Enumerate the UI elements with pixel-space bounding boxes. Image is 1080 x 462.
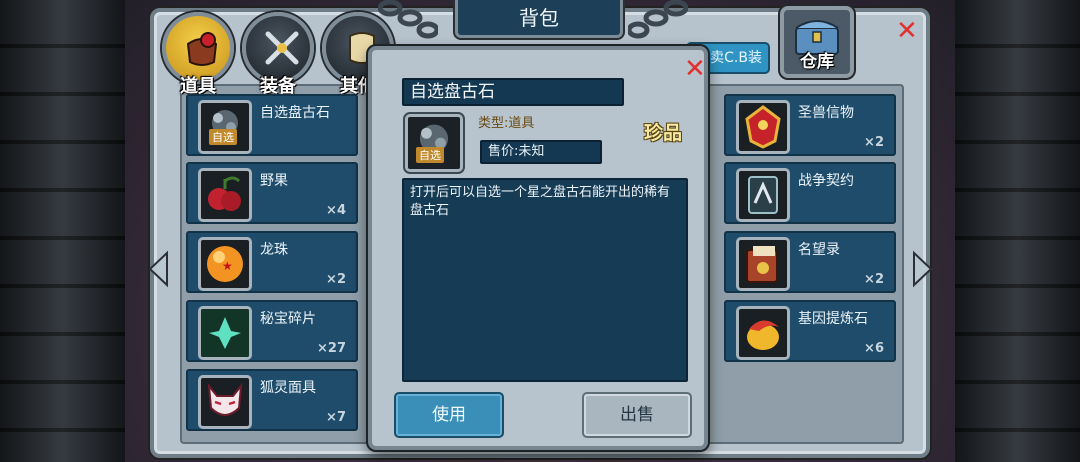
warehouse-label: 仓库	[800, 52, 834, 72]
item-card-pangu-stone[interactable]: 自选 自选盘古石	[186, 94, 358, 156]
page-title: 背包	[455, 0, 623, 38]
holy-beast-token-icon	[745, 105, 781, 149]
detail-rarity-badge: 珍品	[644, 122, 683, 144]
item-quantity: ×2	[864, 135, 884, 150]
page-prev-arrow-icon[interactable]	[145, 250, 171, 288]
item-name: 秘宝碎片	[260, 311, 316, 327]
use-button[interactable]: 使用	[394, 392, 504, 438]
item-slot: 自选	[198, 100, 252, 154]
detail-item-name: 自选盘古石	[402, 78, 624, 106]
item-card-treasure-shard[interactable]: 秘宝碎片 ×27	[186, 300, 358, 362]
item-slot	[736, 100, 790, 154]
fox-mask-icon	[207, 382, 243, 416]
close-detail-button[interactable]: ✕	[684, 56, 706, 82]
item-name: 自选盘古石	[260, 105, 330, 121]
item-slot	[198, 375, 252, 429]
item-quantity: ×4	[326, 203, 346, 218]
item-name: 基因提炼石	[798, 311, 868, 327]
sell-button[interactable]: 出售	[582, 392, 692, 438]
item-name: 圣兽信物	[798, 105, 854, 121]
item-name: 龙珠	[260, 242, 288, 258]
gene-stone-icon	[747, 320, 779, 350]
item-quantity: ×7	[326, 410, 346, 425]
detail-sell-price: 售价:未知	[480, 140, 602, 164]
item-slot	[736, 237, 790, 291]
item-quantity: ×2	[864, 272, 884, 287]
crossed-swords-icon	[265, 31, 299, 65]
item-card-gene-stone[interactable]: 基因提炼石 ×6	[724, 300, 896, 362]
item-slot	[198, 168, 252, 222]
item-card-holy-beast-token[interactable]: 圣兽信物 ×2	[724, 94, 896, 156]
treasure-shard-icon	[201, 309, 249, 357]
item-quantity: ×2	[326, 272, 346, 287]
item-name: 野果	[260, 173, 288, 189]
detail-description: 打开后可以自选一个星之盘古石能开出的稀有盘古石	[402, 178, 688, 382]
detail-item-icon: 自选	[405, 114, 463, 172]
tab-equipment[interactable]: 装备	[242, 12, 314, 97]
dragon-ball-icon: ★	[207, 246, 243, 282]
right-stone-pillar	[955, 0, 1080, 462]
item-slot: ★	[198, 237, 252, 291]
optional-choice-tag: 自选	[209, 129, 237, 145]
war-contract-icon	[748, 176, 778, 214]
item-name: 狐灵面具	[260, 380, 316, 396]
item-card-dragon-ball[interactable]: ★ 龙珠 ×2	[186, 231, 358, 293]
item-name: 名望录	[798, 242, 840, 258]
detail-item-type: 类型:道具	[478, 116, 535, 131]
chain-right-icon	[628, 0, 688, 39]
item-slot	[198, 306, 252, 360]
left-stone-pillar	[0, 0, 125, 462]
tab-items[interactable]: 道具	[162, 12, 234, 97]
item-slot	[736, 168, 790, 222]
svg-text:★: ★	[222, 259, 233, 273]
item-card-fox-mask[interactable]: 狐灵面具 ×7	[186, 369, 358, 431]
warehouse-button[interactable]: 仓库	[780, 6, 854, 78]
item-name: 战争契约	[798, 173, 854, 189]
item-slot	[736, 306, 790, 360]
page-next-arrow-icon[interactable]	[910, 250, 936, 288]
wild-fruit-icon	[208, 176, 241, 211]
close-inventory-button[interactable]: ✕	[896, 18, 918, 44]
item-card-fame-book[interactable]: 名望录 ×2	[724, 231, 896, 293]
item-detail-popup: 自选盘古石 ✕ 自选 类型:道具 珍品 售价:未知 打开后可以自选一个星之盘古石…	[368, 46, 708, 450]
item-card-wild-fruit[interactable]: 野果 ×4	[186, 162, 358, 224]
item-card-war-contract[interactable]: 战争契约	[724, 162, 896, 224]
potion-bag-icon	[186, 32, 218, 66]
optional-choice-tag: 自选	[416, 147, 444, 163]
fame-book-icon	[746, 246, 778, 283]
item-quantity: ×6	[864, 341, 884, 356]
item-quantity: ×27	[317, 341, 346, 356]
